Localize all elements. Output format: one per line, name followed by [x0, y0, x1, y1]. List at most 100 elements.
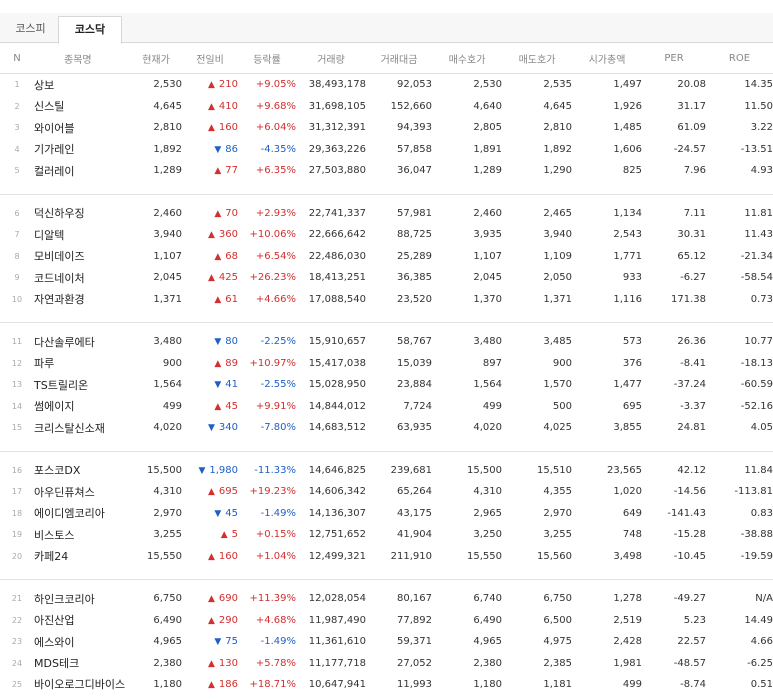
cell-rate: +1.04% [255, 550, 296, 562]
cell-amount: 59,371 [397, 636, 432, 648]
table-row[interactable]: 11 다산솔루에타 3,480 ▼ 80 -2.25% 15,910,657 58,767 3,… [0, 331, 773, 353]
cell-roe: N/A [755, 593, 773, 605]
stock-name-link[interactable]: 바이오로그디바이스 [34, 674, 130, 696]
table-row[interactable]: 16 포스코DX 15,500 ▼ 1,980 -11.33% 14,646,825 239,… [0, 460, 773, 482]
table-row[interactable]: 14 썸에이지 499 ▲ 45 +9.91% 14,844,012 7,724 499 500 6… [0, 396, 773, 418]
cell-volume: 14,646,825 [308, 464, 366, 476]
table-row[interactable]: 13 TS트릴리온 1,564 ▼ 41 -2.55% 15,028,950 23,884 1,… [0, 374, 773, 396]
stock-name-link[interactable]: 신스틸 [34, 96, 130, 118]
cell-rate: -7.80% [260, 422, 296, 434]
table-row[interactable]: 20 카페24 15,550 ▲ 160 +1.04% 12,499,321 211,910 1… [0, 546, 773, 568]
table-row[interactable]: 22 아진산업 6,490 ▲ 290 +4.68% 11,987,490 77,892 6,4… [0, 610, 773, 632]
cell-volume: 14,844,012 [308, 400, 366, 412]
cell-cap: 376 [622, 357, 642, 369]
stock-name-link[interactable]: 아우딘퓨쳐스 [34, 481, 130, 503]
triangle-up-icon: ▲ [207, 487, 215, 498]
table-row[interactable]: 2 신스틸 4,645 ▲ 410 +9.68% 31,698,105 152,660 4,64… [0, 96, 773, 118]
table-row[interactable]: 12 파루 900 ▲ 89 +10.97% 15,417,038 15,039 897 900 3… [0, 353, 773, 375]
table-row[interactable]: 3 와이어블 2,810 ▲ 160 +6.04% 31,312,391 94,393 2,80… [0, 117, 773, 139]
stock-name-link[interactable]: 컬러레이 [34, 160, 130, 182]
stock-name-link[interactable]: 비스토스 [34, 524, 130, 546]
stock-name-link[interactable]: 크리스탈신소재 [34, 417, 130, 439]
stock-name-link[interactable]: 카페24 [34, 546, 130, 568]
triangle-down-icon: ▼ [214, 144, 222, 155]
cell-per: 5.23 [683, 614, 706, 626]
table-row[interactable]: 24 MDS테크 2,380 ▲ 130 +5.78% 11,177,718 27,052 2,… [0, 653, 773, 675]
cell-price: 1,892 [153, 143, 182, 155]
table-row[interactable]: 9 코드네이처 2,045 ▲ 425 +26.23% 18,413,251 36,385 2,… [0, 267, 773, 289]
table-row[interactable]: 17 아우딘퓨쳐스 4,310 ▲ 695 +19.23% 14,606,342 65,264… [0, 481, 773, 503]
cell-change-value: 89 [225, 357, 238, 369]
stock-name-link[interactable]: 기가레인 [34, 139, 130, 161]
table-row[interactable]: 23 에스와이 4,965 ▼ 75 -1.49% 11,361,610 59,371 4,96… [0, 631, 773, 653]
cell-volume: 10,647,941 [308, 679, 366, 691]
cell-change: ▼ 80 [182, 331, 238, 353]
cell-n: 21 [11, 594, 23, 604]
triangle-up-icon: ▲ [214, 358, 222, 369]
col-price: 현재가 [130, 43, 182, 74]
stock-name-link[interactable]: 에스와이 [34, 631, 130, 653]
tab-kosdaq[interactable]: 코스닥 [58, 16, 122, 44]
stock-name-link[interactable]: MDS테크 [34, 653, 130, 675]
stock-name-link[interactable]: 덕신하우징 [34, 203, 130, 225]
cell-price: 2,810 [153, 122, 182, 134]
cell-volume: 18,413,251 [308, 272, 366, 284]
table-row[interactable]: 21 하인크코리아 6,750 ▲ 690 +11.39% 12,028,054 80,167… [0, 588, 773, 610]
table-row[interactable]: 1 상보 2,530 ▲ 210 +9.05% 38,493,178 92,053 2,530 2… [0, 74, 773, 96]
cell-amount: 94,393 [397, 122, 432, 134]
cell-cap: 933 [622, 272, 642, 284]
cell-ask: 2,970 [543, 507, 572, 519]
cell-amount: 57,981 [397, 207, 432, 219]
cell-change-value: 45 [225, 400, 238, 412]
cell-volume: 12,028,054 [308, 593, 366, 605]
cell-per: -24.57 [673, 143, 706, 155]
table-row[interactable]: 4 기가레인 1,892 ▼ 86 -4.35% 29,363,226 57,858 1,891… [0, 139, 773, 161]
stock-name-link[interactable]: 상보 [34, 74, 130, 96]
table-row[interactable]: 10 자연과환경 1,371 ▲ 61 +4.66% 17,088,540 23,520 1,3… [0, 289, 773, 311]
cell-change: ▼ 75 [182, 631, 238, 653]
cell-rate: +9.68% [255, 100, 296, 112]
cell-cap: 1,485 [613, 122, 642, 134]
stock-name-link[interactable]: 파루 [34, 353, 130, 375]
stock-name-link[interactable]: 디알텍 [34, 224, 130, 246]
col-change: 전일비 [182, 43, 238, 74]
cell-per: 171.38 [671, 293, 706, 305]
triangle-up-icon: ▲ [214, 401, 222, 412]
stock-name-link[interactable]: 포스코DX [34, 460, 130, 482]
stock-name-link[interactable]: TS트릴리온 [34, 374, 130, 396]
cell-bid: 1,891 [473, 143, 502, 155]
cell-n: 24 [11, 658, 23, 668]
stock-name-link[interactable]: 에이디엠코리아 [34, 503, 130, 525]
table-row[interactable]: 6 덕신하우징 2,460 ▲ 70 +2.93% 22,741,337 57,981 2,46… [0, 203, 773, 225]
cell-roe: 0.83 [750, 507, 773, 519]
stock-name-link[interactable]: 썸에이지 [34, 396, 130, 418]
group-spacer [0, 580, 773, 589]
stock-name-link[interactable]: 모비데이즈 [34, 246, 130, 268]
triangle-down-icon: ▼ [214, 508, 222, 519]
table-row[interactable]: 5 컬러레이 1,289 ▲ 77 +6.35% 27,503,880 36,047 1,289… [0, 160, 773, 182]
col-volume: 거래량 [296, 43, 366, 74]
cell-change-value: 340 [218, 422, 238, 434]
cell-change-value: 86 [225, 143, 238, 155]
cell-bid: 2,045 [473, 272, 502, 284]
stock-name-link[interactable]: 다산솔루에타 [34, 331, 130, 353]
table-row[interactable]: 8 모비데이즈 1,107 ▲ 68 +6.54% 22,486,030 25,289 1,10… [0, 246, 773, 268]
cell-ask: 2,535 [543, 79, 572, 91]
cell-bid: 1,289 [473, 165, 502, 177]
stock-name-link[interactable]: 아진산업 [34, 610, 130, 632]
cell-change-value: 5 [231, 529, 238, 541]
cell-price: 4,645 [153, 100, 182, 112]
table-row[interactable]: 18 에이디엠코리아 2,970 ▼ 45 -1.49% 14,136,307 43,175 2… [0, 503, 773, 525]
cell-price: 1,180 [153, 679, 182, 691]
cell-ask: 1,892 [543, 143, 572, 155]
table-row[interactable]: 15 크리스탈신소재 4,020 ▼ 340 -7.80% 14,683,512 63,935… [0, 417, 773, 439]
table-row[interactable]: 19 비스토스 3,255 ▲ 5 +0.15% 12,751,652 41,904 3,250… [0, 524, 773, 546]
tab-kospi[interactable]: 코스피 [3, 17, 58, 41]
stock-name-link[interactable]: 코드네이처 [34, 267, 130, 289]
stock-name-link[interactable]: 자연과환경 [34, 289, 130, 311]
stock-name-link[interactable]: 하인크코리아 [34, 588, 130, 610]
group-divider [0, 438, 773, 452]
table-row[interactable]: 7 디알텍 3,940 ▲ 360 +10.06% 22,666,642 88,725 3,93… [0, 224, 773, 246]
table-row[interactable]: 25 바이오로그디바이스 1,180 ▲ 186 +18.71% 10,647,941 11,… [0, 674, 773, 696]
stock-name-link[interactable]: 와이어블 [34, 117, 130, 139]
